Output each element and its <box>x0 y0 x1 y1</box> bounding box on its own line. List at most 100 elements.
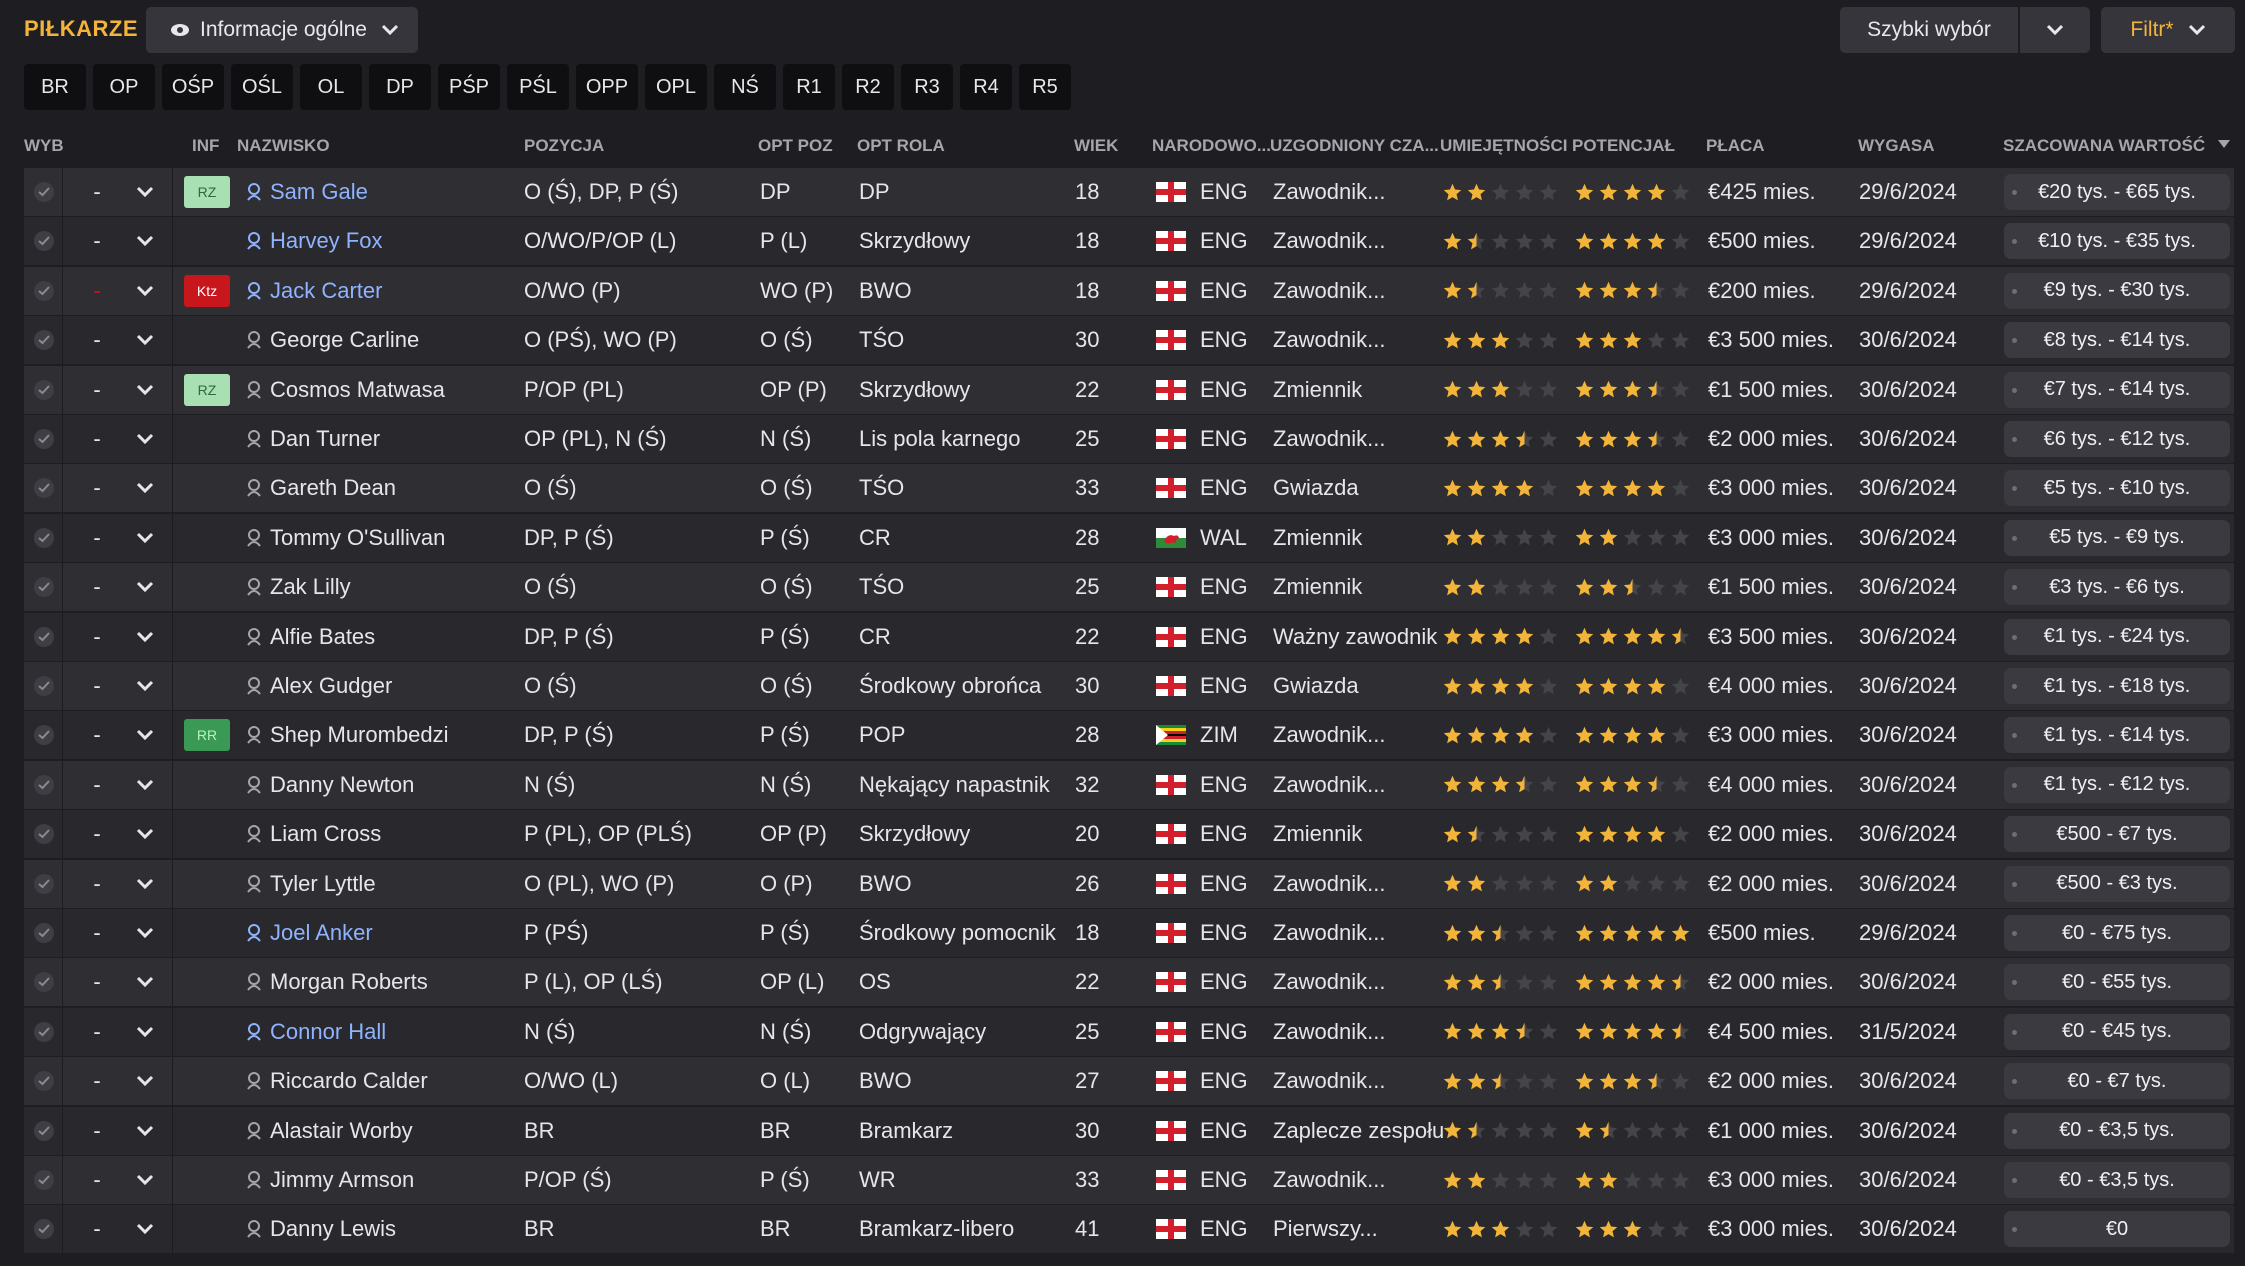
table-row[interactable]: - Liam Cross P (PL), OP (PLŚ) OP (P) Skrzydł… <box>24 810 2234 859</box>
table-row[interactable]: - Jimmy Armson P/OP (Ś) P (Ś) WR 33 ENG Zawodni… <box>24 1156 2234 1204</box>
selection-value[interactable]: - <box>90 761 104 809</box>
chevron-down-icon[interactable] <box>136 235 154 247</box>
col-wyb[interactable]: WYB <box>24 136 64 156</box>
value-button[interactable]: €0 - €3,5 tys. <box>2004 1162 2230 1198</box>
selection-value[interactable]: - <box>90 860 104 908</box>
status-badge[interactable]: RZ <box>184 176 230 208</box>
col-ability[interactable]: UMIEJĘTNOŚCI <box>1440 136 1568 156</box>
player-name-cell[interactable]: Connor Hall <box>246 1008 386 1056</box>
status-badge[interactable]: Ktz <box>184 274 230 307</box>
col-position[interactable]: POZYCJA <box>524 136 604 156</box>
selection-value[interactable]: - <box>90 1107 104 1155</box>
select-checkbox[interactable] <box>34 1120 54 1141</box>
table-row[interactable]: - Danny Lewis BR BR Bramkarz-libero 41 ENG Pier… <box>24 1205 2234 1254</box>
select-checkbox[interactable] <box>34 1170 54 1190</box>
chevron-down-icon[interactable] <box>136 433 154 445</box>
table-row[interactable]: - Connor Hall N (Ś) N (Ś) Odgrywający 25 ENG Za… <box>24 1007 2234 1056</box>
table-row[interactable]: - Morgan Roberts P (L), OP (LŚ) OP (L) OS 22 E… <box>24 958 2234 1007</box>
status-badge[interactable]: RZ <box>184 373 230 406</box>
table-row[interactable]: - George Carline O (PŚ), WO (P) O (Ś) TŚO 30 E… <box>24 316 2234 365</box>
col-potential[interactable]: POTENCJAŁ <box>1572 136 1675 156</box>
position-tab-ol[interactable]: OL <box>300 64 362 110</box>
view-dropdown[interactable]: Informacje ogólne <box>146 7 418 53</box>
select-checkbox[interactable] <box>34 429 54 449</box>
col-opt-pos[interactable]: OPT POZ <box>758 136 833 156</box>
chevron-down-icon[interactable] <box>136 1125 154 1137</box>
value-button[interactable]: €8 tys. - €14 tys. <box>2004 322 2230 359</box>
value-button[interactable]: €0 - €7 tys. <box>2004 1063 2230 1100</box>
player-name-cell[interactable]: Zak Lilly <box>246 563 351 611</box>
table-row[interactable]: - RZ Sam Gale O (Ś), DP, P (Ś) DP DP 18 ENG Zawo… <box>24 168 2234 216</box>
selection-value[interactable]: - <box>90 267 104 315</box>
select-checkbox[interactable] <box>34 182 54 202</box>
position-tab-ośp[interactable]: OŚP <box>162 64 224 110</box>
selection-value[interactable]: - <box>90 1156 104 1204</box>
selection-value[interactable]: - <box>90 514 104 562</box>
player-name-cell[interactable]: Tyler Lyttle <box>246 860 376 908</box>
player-name-cell[interactable]: Sam Gale <box>246 168 368 216</box>
sort-desc-icon[interactable] <box>2218 140 2230 148</box>
value-button[interactable]: €20 tys. - €65 tys. <box>2004 174 2230 210</box>
chevron-down-icon[interactable] <box>136 532 154 544</box>
position-tab-r5[interactable]: R5 <box>1019 64 1071 110</box>
chevron-down-icon[interactable] <box>136 878 154 890</box>
select-checkbox[interactable] <box>34 774 54 795</box>
col-inf[interactable]: INF <box>192 136 219 156</box>
value-button[interactable]: €10 tys. - €35 tys. <box>2004 223 2230 260</box>
chevron-down-icon[interactable] <box>136 927 154 939</box>
chevron-down-icon[interactable] <box>136 779 154 791</box>
position-tab-r4[interactable]: R4 <box>960 64 1012 110</box>
table-row[interactable]: - Ktz Jack Carter O/WO (P) WO (P) BWO 18 ENG Zaw… <box>24 266 2234 315</box>
select-checkbox[interactable] <box>34 1071 54 1092</box>
player-name-cell[interactable]: Alex Gudger <box>246 662 392 710</box>
player-name-cell[interactable]: Alastair Worby <box>246 1107 413 1155</box>
selection-value[interactable]: - <box>90 217 104 265</box>
chevron-down-icon[interactable] <box>136 334 154 346</box>
value-button[interactable]: €9 tys. - €30 tys. <box>2004 272 2230 309</box>
col-age[interactable]: WIEK <box>1074 136 1118 156</box>
chevron-down-icon[interactable] <box>136 976 154 988</box>
player-name-cell[interactable]: Liam Cross <box>246 810 381 858</box>
table-row[interactable]: - Alfie Bates DP, P (Ś) P (Ś) CR 22 ENG Ważny z… <box>24 612 2234 661</box>
player-name-cell[interactable]: Jack Carter <box>246 267 382 315</box>
position-tab-r1[interactable]: R1 <box>783 64 835 110</box>
table-row[interactable]: - Dan Turner OP (PL), N (Ś) N (Ś) Lis pola k… <box>24 415 2234 463</box>
position-tab-nś[interactable]: NŚ <box>714 64 776 110</box>
chevron-down-icon[interactable] <box>136 581 154 593</box>
col-opt-role[interactable]: OPT ROLA <box>857 136 945 156</box>
col-wage[interactable]: PŁACA <box>1706 136 1765 156</box>
selection-value[interactable]: - <box>90 415 104 463</box>
value-button[interactable]: €0 - €55 tys. <box>2004 964 2230 1001</box>
selection-value[interactable]: - <box>90 1205 104 1253</box>
table-row[interactable]: - Gareth Dean O (Ś) O (Ś) TŚO 33 ENG Gwiazda €3 … <box>24 464 2234 513</box>
col-value[interactable]: SZACOWANA WARTOŚĆ <box>2003 136 2205 156</box>
select-checkbox[interactable] <box>34 330 54 351</box>
value-button[interactable]: €0 - €75 tys. <box>2004 915 2230 951</box>
player-name-cell[interactable]: Dan Turner <box>246 415 380 463</box>
value-button[interactable]: €0 - €3,5 tys. <box>2004 1112 2230 1149</box>
player-name-cell[interactable]: Danny Newton <box>246 761 414 809</box>
col-name[interactable]: NAZWISKO <box>237 136 330 156</box>
value-button[interactable]: €1 tys. - €24 tys. <box>2004 618 2230 655</box>
select-checkbox[interactable] <box>34 379 54 400</box>
player-name-cell[interactable]: Riccardo Calder <box>246 1057 428 1105</box>
col-nationality[interactable]: NARODOWO... <box>1152 136 1271 156</box>
select-checkbox[interactable] <box>34 231 54 252</box>
select-checkbox[interactable] <box>34 478 54 499</box>
position-tab-opp[interactable]: OPP <box>576 64 638 110</box>
player-name-cell[interactable]: Morgan Roberts <box>246 958 428 1006</box>
chevron-down-icon[interactable] <box>136 1026 154 1038</box>
player-name-cell[interactable]: Tommy O'Sullivan <box>246 514 445 562</box>
value-button[interactable]: €1 tys. - €18 tys. <box>2004 668 2230 704</box>
value-button[interactable]: €0 <box>2004 1211 2230 1248</box>
value-button[interactable]: €0 - €45 tys. <box>2004 1013 2230 1050</box>
position-tab-br[interactable]: BR <box>24 64 86 110</box>
chevron-down-icon[interactable] <box>136 1075 154 1087</box>
quick-select-button[interactable]: Szybki wybór <box>1840 7 2018 53</box>
select-checkbox[interactable] <box>34 577 54 598</box>
table-row[interactable]: - RZ Cosmos Matwasa P/OP (PL) OP (P) Skrzydło… <box>24 365 2234 414</box>
position-tab-op[interactable]: OP <box>93 64 155 110</box>
quick-select-dropdown[interactable] <box>2020 7 2090 53</box>
select-checkbox[interactable] <box>34 527 54 548</box>
table-row[interactable]: - Alex Gudger O (Ś) O (Ś) Środkowy obrońca 30… <box>24 662 2234 710</box>
